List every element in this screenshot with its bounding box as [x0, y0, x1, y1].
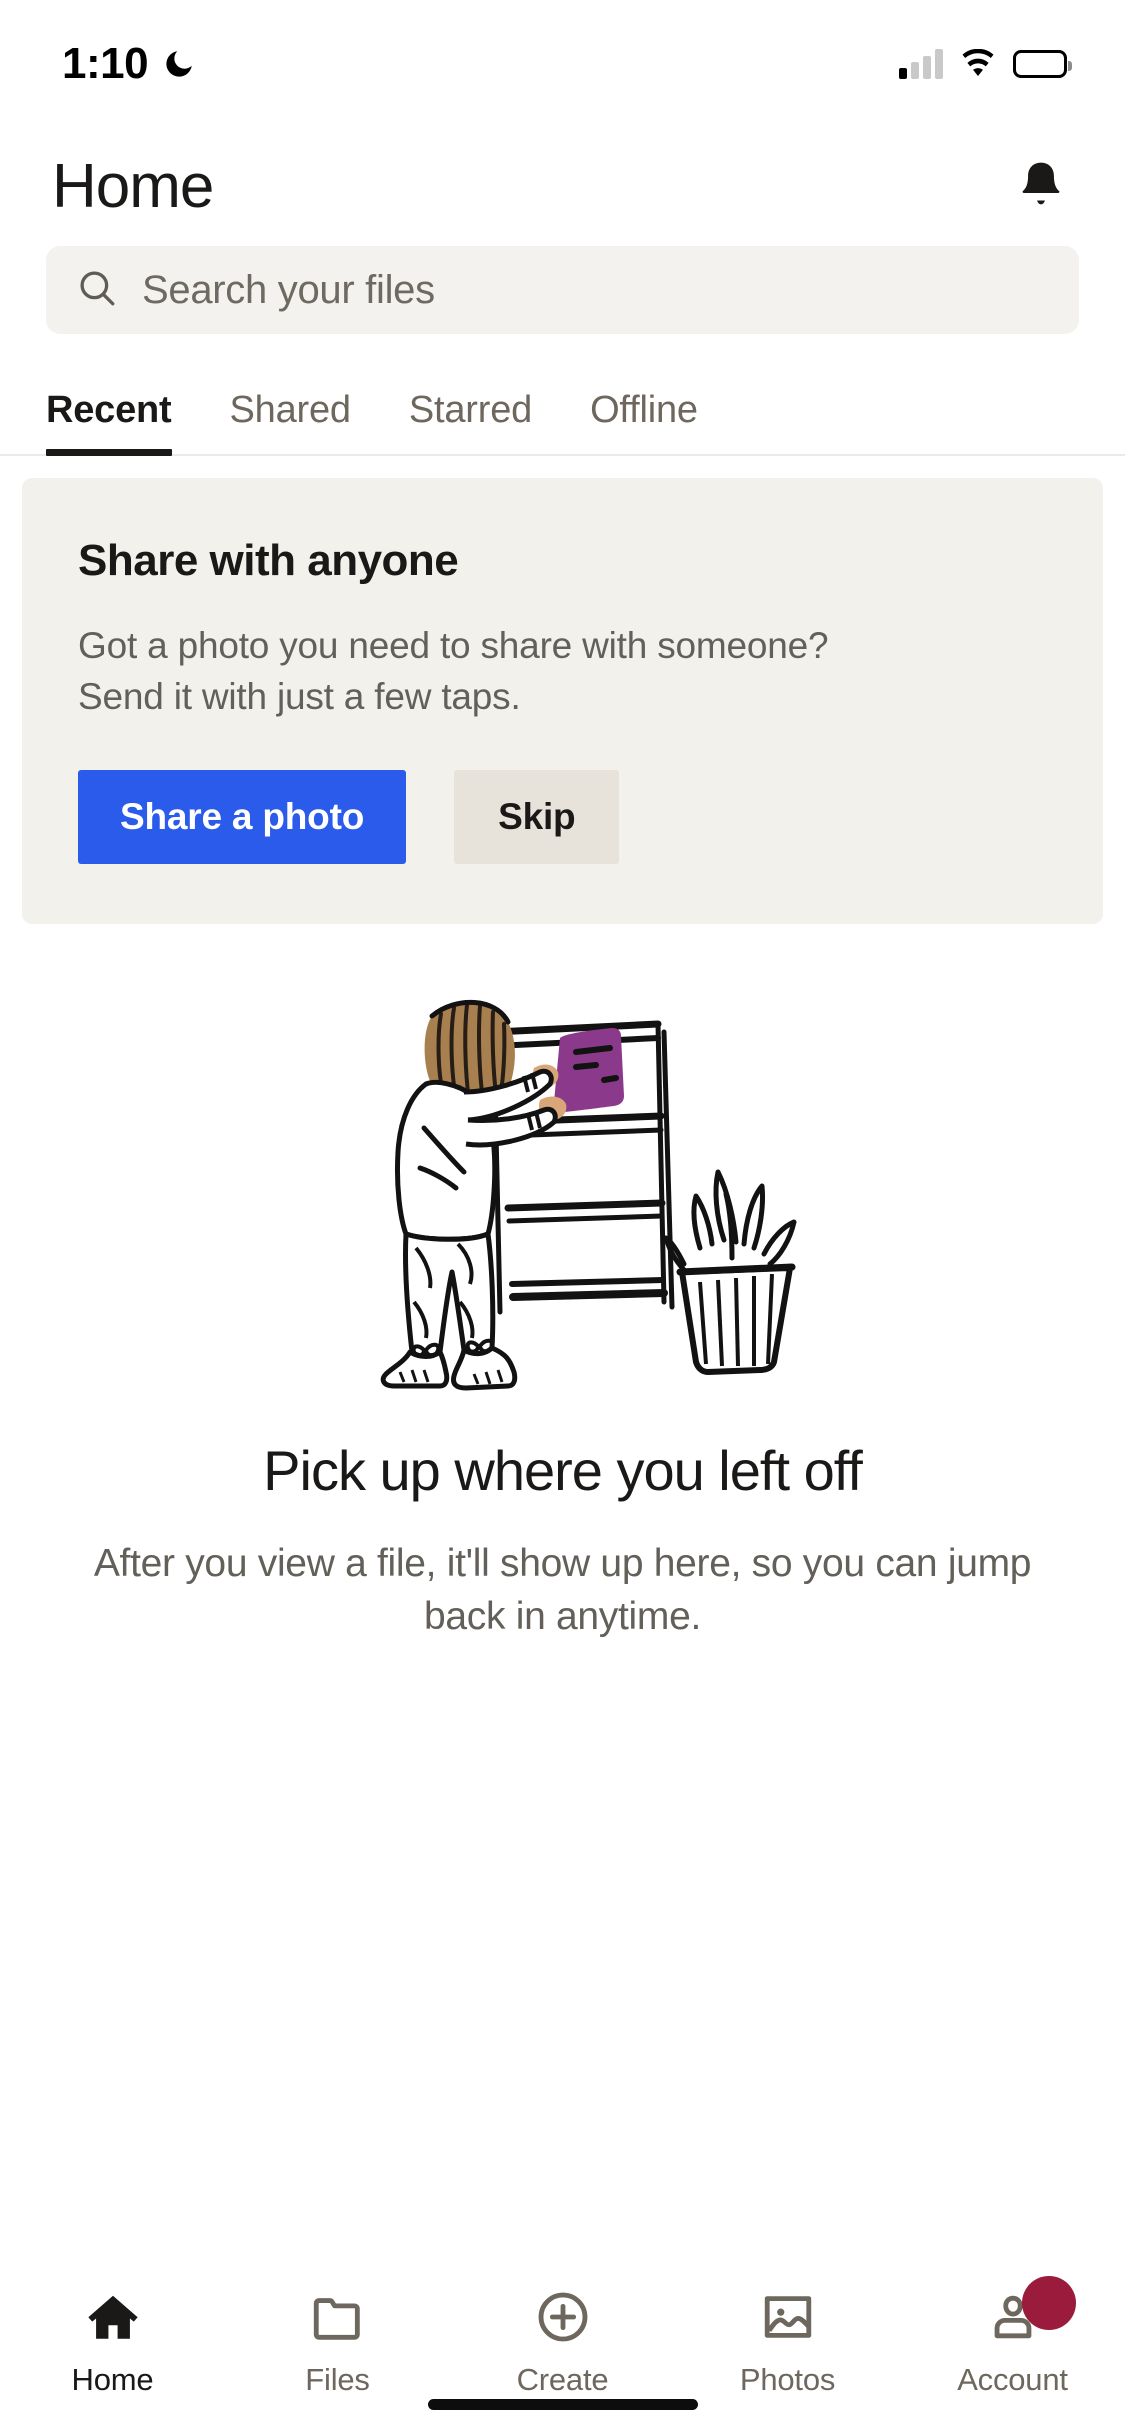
tab-starred[interactable]: Starred	[409, 389, 532, 454]
page-title: Home	[52, 152, 214, 221]
cellular-signal-icon	[899, 49, 943, 79]
tab-recent[interactable]: Recent	[46, 389, 172, 456]
app-bar: Home	[0, 128, 1125, 246]
tab-offline[interactable]: Offline	[590, 389, 698, 454]
nav-item-photos[interactable]: Photos	[675, 2286, 900, 2398]
plus-circle-icon	[534, 2286, 592, 2348]
nav-label-account: Account	[957, 2362, 1068, 2397]
empty-state-subtitle: After you view a file, it'll show up her…	[93, 1542, 1032, 1639]
promo-title: Share with anyone	[78, 536, 459, 585]
empty-state: Pick up where you left off After you vie…	[0, 924, 1125, 2260]
status-bar: 1:10	[0, 0, 1125, 128]
person-filing-folder-illustration	[328, 972, 798, 1392]
tab-shared[interactable]: Shared	[230, 389, 352, 454]
search-input[interactable]: Search your files	[46, 246, 1079, 334]
promo-body: Got a photo you need to share with someo…	[78, 620, 1047, 722]
folder-icon	[309, 2286, 367, 2348]
nav-item-home[interactable]: Home	[0, 2286, 225, 2398]
empty-state-title: Pick up where you left off	[263, 1439, 863, 1503]
notifications-button[interactable]	[1005, 151, 1077, 223]
status-bar-left: 1:10	[62, 42, 196, 86]
search-icon	[76, 267, 118, 314]
do-not-disturb-moon-icon	[162, 47, 196, 81]
search-section: Search your files	[0, 246, 1125, 358]
status-bar-right	[899, 48, 1072, 79]
battery-icon	[1013, 50, 1072, 78]
nav-label-photos: Photos	[739, 2362, 836, 2397]
promo-actions: Share a photo Skip	[78, 770, 1047, 865]
wifi-icon	[959, 48, 997, 79]
home-indicator[interactable]	[427, 2399, 698, 2410]
tab-bar: Recent Shared Starred Offline	[0, 358, 1125, 456]
skip-button[interactable]: Skip	[454, 770, 620, 865]
nav-item-account[interactable]: Account	[900, 2276, 1125, 2398]
nav-item-create[interactable]: Create	[450, 2286, 675, 2398]
photo-icon	[759, 2286, 817, 2348]
nav-label-files: Files	[305, 2362, 370, 2397]
nav-label-home: Home	[71, 2362, 154, 2397]
nav-item-files[interactable]: Files	[225, 2286, 450, 2398]
promo-body-line-1: Got a photo you need to share with someo…	[78, 625, 829, 666]
nav-label-create: Create	[516, 2362, 609, 2397]
home-icon	[84, 2286, 142, 2348]
promo-card-container: Share with anyone Got a photo you need t…	[0, 456, 1125, 925]
status-bar-clock: 1:10	[62, 39, 149, 88]
account-notification-badge	[1021, 2276, 1076, 2330]
search-placeholder: Search your files	[142, 267, 435, 312]
bell-icon	[1015, 157, 1067, 218]
share-a-photo-button[interactable]: Share a photo	[78, 770, 407, 865]
person-icon	[984, 2276, 1076, 2348]
share-with-anyone-card: Share with anyone Got a photo you need t…	[22, 478, 1103, 925]
promo-body-line-2: Send it with just a few taps.	[78, 676, 521, 718]
app-screen: 1:10 Home Search your files Recent Share…	[0, 0, 1125, 2436]
